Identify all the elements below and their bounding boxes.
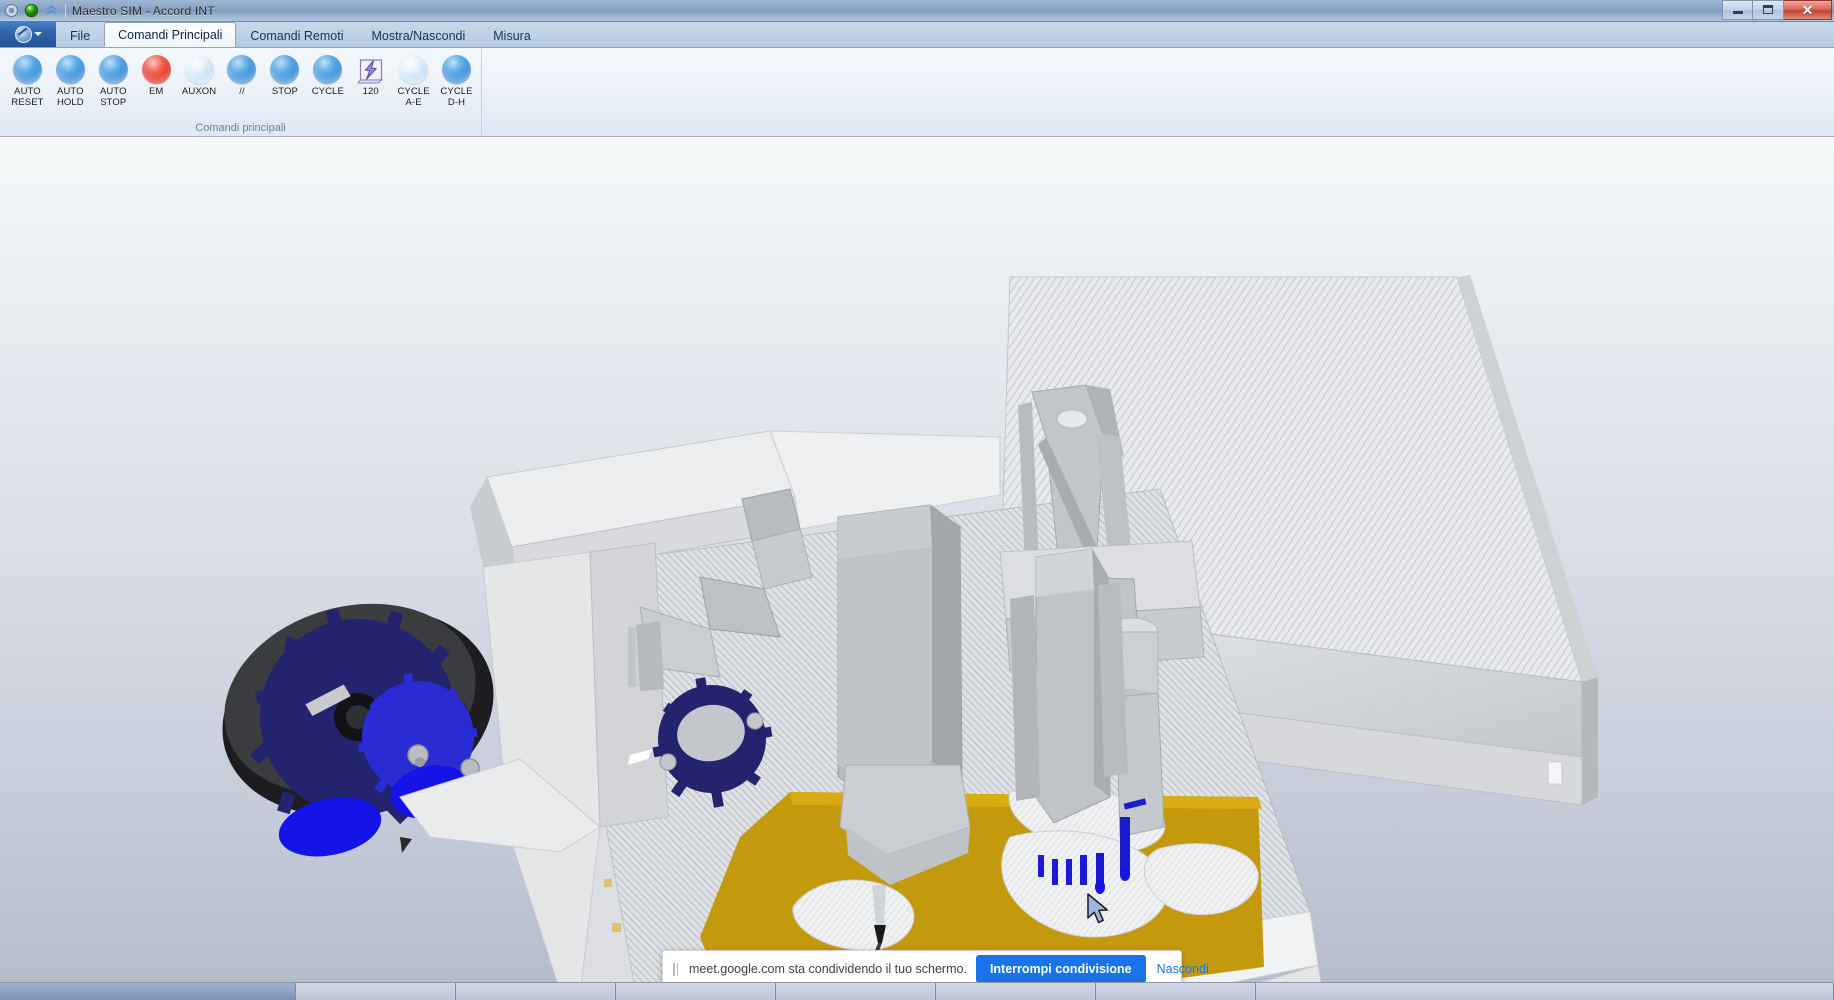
blue-chevron-icon — [44, 3, 59, 18]
command-label-line1: CYCLE — [312, 86, 344, 97]
command-label-line1: AUTO — [100, 86, 127, 97]
command-cycle[interactable]: CYCLE — [306, 54, 349, 97]
tab-comandi-principali[interactable]: Comandi Principali — [104, 22, 236, 47]
taskbar-item[interactable] — [616, 983, 776, 1000]
command-label-line2: A-E — [398, 97, 430, 108]
command-parallel[interactable]: // — [221, 54, 264, 97]
stop-sharing-button[interactable]: Interrompi condivisione — [976, 955, 1146, 983]
taskbar-item[interactable] — [296, 983, 456, 1000]
app-logo-icon — [15, 26, 32, 43]
titlebar-icon-group — [0, 3, 59, 18]
application-window: Maestro SIM - Accord INT ✕ File Comandi … — [0, 0, 1834, 1000]
command-label-line2: HOLD — [57, 97, 84, 108]
chevron-down-icon — [34, 32, 42, 36]
hide-notification-button[interactable]: Nascondi — [1155, 958, 1211, 980]
command-em[interactable]: EM — [135, 54, 178, 97]
command-speed-120[interactable]: 120 — [349, 54, 392, 97]
command-auxon[interactable]: AUXON — [178, 54, 221, 97]
taskbar-start-region[interactable] — [0, 983, 296, 1000]
title-bar: Maestro SIM - Accord INT ✕ — [0, 0, 1834, 22]
tab-file[interactable]: File — [56, 24, 104, 47]
command-label-line1: CYCLE — [440, 86, 472, 97]
close-button[interactable]: ✕ — [1784, 0, 1832, 20]
taskbar-item[interactable] — [1096, 983, 1256, 1000]
group-label: Comandi principali — [0, 122, 481, 134]
command-label-line1: EM — [149, 86, 163, 97]
maximize-icon — [1763, 5, 1773, 14]
command-auto-reset[interactable]: AUTO RESET — [6, 54, 49, 108]
close-icon: ✕ — [1802, 3, 1814, 17]
command-label-line1: AUTO — [57, 86, 84, 97]
windows-taskbar[interactable] — [0, 982, 1834, 1000]
led-blue-icon — [13, 55, 42, 84]
titlebar-separator — [65, 4, 66, 18]
taskbar-item[interactable] — [776, 983, 936, 1000]
command-label-line1: AUXON — [182, 86, 216, 97]
tab-mostra-nascondi[interactable]: Mostra/Nascondi — [357, 24, 479, 47]
app-dot-icon — [4, 3, 19, 18]
ribbon: File Comandi Principali Comandi Remoti M… — [0, 22, 1834, 137]
window-title: Maestro SIM - Accord INT — [72, 4, 215, 18]
led-blue-icon — [313, 55, 342, 84]
tab-misura[interactable]: Misura — [479, 24, 545, 47]
tab-comandi-remoti[interactable]: Comandi Remoti — [236, 24, 357, 47]
command-label-line1: AUTO — [11, 86, 43, 97]
led-blue-icon — [442, 55, 471, 84]
minimize-button[interactable] — [1722, 0, 1753, 20]
drag-handle-icon[interactable] — [671, 963, 680, 976]
command-label-line1: STOP — [272, 86, 298, 97]
led-blue-icon — [99, 55, 128, 84]
command-auto-hold[interactable]: AUTO HOLD — [49, 54, 92, 108]
simulation-scene — [0, 137, 1834, 982]
command-label-line1: CYCLE — [398, 86, 430, 97]
taskbar-tray-region[interactable] — [1256, 983, 1834, 1000]
window-controls: ✕ — [1722, 0, 1834, 22]
taskbar-item[interactable] — [456, 983, 616, 1000]
command-label-line2: D-H — [440, 97, 472, 108]
led-blue-icon — [227, 55, 256, 84]
command-cycle-d-h[interactable]: CYCLE D-H — [435, 54, 478, 108]
group-comandi-principali: AUTO RESET AUTO HOLD — [0, 48, 482, 136]
taskbar-item[interactable] — [936, 983, 1096, 1000]
led-pale-icon — [185, 55, 214, 84]
led-red-icon — [142, 55, 171, 84]
led-pale-icon — [399, 55, 428, 84]
command-auto-stop[interactable]: AUTO STOP — [92, 54, 135, 108]
command-label-line2: STOP — [100, 97, 127, 108]
share-message: meet.google.com sta condividendo il tuo … — [689, 962, 967, 976]
app-menu-button[interactable] — [0, 21, 56, 47]
command-label-line1: 120 — [363, 86, 379, 97]
command-stop[interactable]: STOP — [263, 54, 306, 97]
command-label-line2: RESET — [11, 97, 43, 108]
led-blue-icon — [270, 55, 299, 84]
maximize-button[interactable] — [1753, 0, 1784, 20]
command-cycle-a-e[interactable]: CYCLE A-E — [392, 54, 435, 108]
command-list: AUTO RESET AUTO HOLD — [0, 48, 481, 108]
minimize-icon — [1733, 11, 1743, 14]
ribbon-tab-row: File Comandi Principali Comandi Remoti M… — [0, 22, 1834, 48]
3d-simulation-viewport[interactable] — [0, 137, 1834, 982]
green-circle-icon — [24, 3, 39, 18]
lightning-bolt-icon — [356, 55, 385, 84]
led-blue-icon — [56, 55, 85, 84]
command-label-line1: // — [239, 86, 244, 97]
ribbon-body: AUTO RESET AUTO HOLD — [0, 48, 1834, 136]
